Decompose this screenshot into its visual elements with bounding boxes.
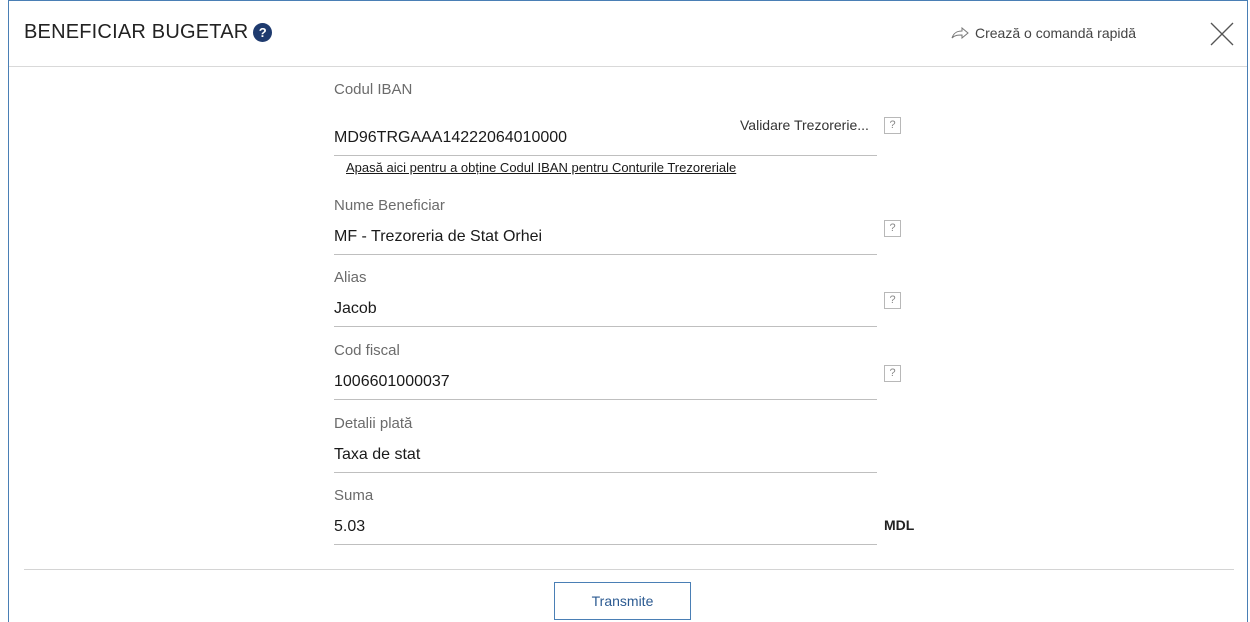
beneficiary-help-icon[interactable]: ? (884, 220, 901, 237)
validate-treasury-link[interactable]: Validare Trezorerie... (740, 117, 869, 133)
iban-help-icon[interactable]: ? (884, 117, 901, 134)
amount-field[interactable]: Suma 5.03 (334, 483, 877, 545)
shortcut-label: Crează o comandă rapidă (975, 25, 1137, 41)
beneficiary-name-label: Nume Beneficiar (334, 197, 445, 214)
fiscal-code-field[interactable]: Cod fiscal 1006601000037 ? (334, 338, 901, 400)
amount-label: Suma (334, 487, 374, 504)
fiscal-code-label: Cod fiscal (334, 342, 400, 359)
beneficiary-dialog: BENEFICIAR BUGETAR ? Crează o comandă ra… (8, 0, 1248, 622)
fiscal-code-value: 1006601000037 (334, 373, 450, 390)
footer-divider (24, 569, 1234, 570)
iban-field[interactable]: Codul IBAN Validare Trezorerie... ? MD96… (334, 77, 901, 156)
create-shortcut-link[interactable]: Crează o comandă rapidă (951, 25, 1136, 41)
alias-field[interactable]: Alias Jacob ? (334, 265, 901, 327)
beneficiary-name-field[interactable]: Nume Beneficiar MF - Trezoreria de Stat … (334, 193, 901, 255)
share-arrow-icon (951, 27, 969, 39)
iban-value: MD96TRGAAA14222064010000 (334, 129, 568, 146)
submit-button[interactable]: Transmite (554, 582, 691, 620)
amount-value: 5.03 (334, 518, 366, 535)
currency-label: MDL (884, 517, 915, 533)
alias-help-icon[interactable]: ? (884, 292, 901, 309)
alias-label: Alias (334, 269, 367, 286)
payment-details-label: Detalii plată (334, 415, 413, 432)
alias-value: Jacob (334, 300, 377, 317)
iban-help-link[interactable]: Apasă aici pentru a obține Codul IBAN pe… (346, 160, 736, 175)
help-circle-icon[interactable]: ? (253, 23, 273, 42)
dialog-title: BENEFICIAR BUGETAR ? (24, 21, 273, 44)
fiscal-help-icon[interactable]: ? (884, 365, 901, 382)
dialog-header: BENEFICIAR BUGETAR ? Crează o comandă ra… (9, 1, 1247, 67)
beneficiary-name-value: MF - Trezoreria de Stat Orhei (334, 228, 543, 245)
close-icon[interactable] (1209, 21, 1235, 47)
dialog-title-text: BENEFICIAR BUGETAR (24, 21, 249, 43)
payment-details-value: Taxa de stat (334, 446, 421, 463)
iban-label: Codul IBAN (334, 81, 413, 98)
payment-details-field[interactable]: Detalii plată Taxa de stat (334, 411, 877, 473)
